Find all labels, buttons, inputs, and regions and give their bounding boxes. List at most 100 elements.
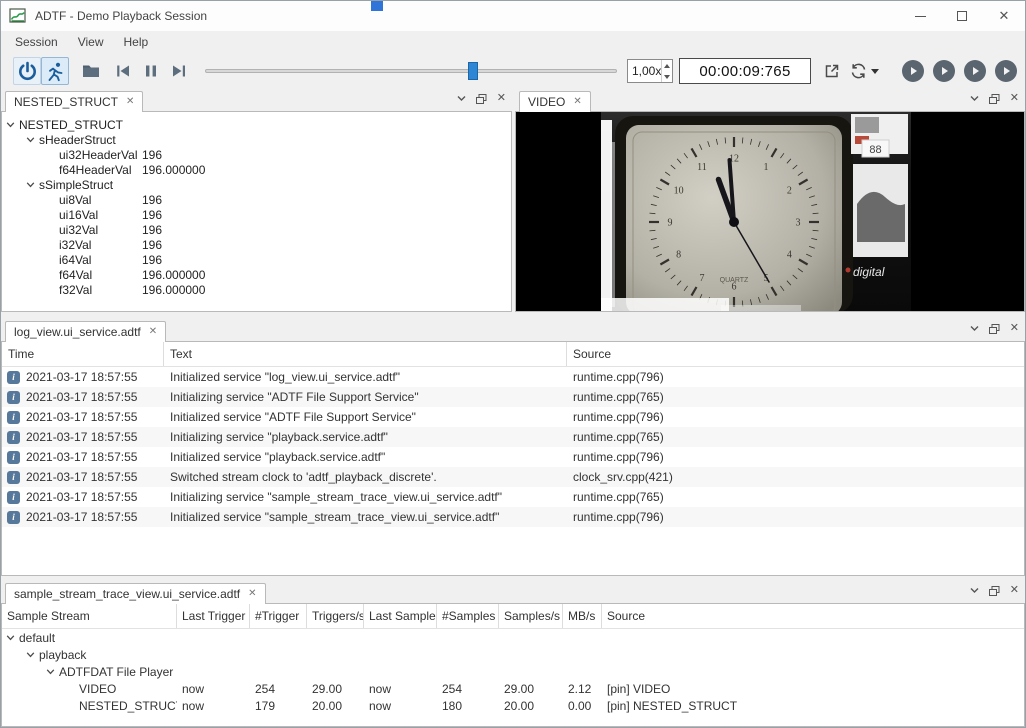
menubar: Session View Help (1, 31, 1025, 53)
tree-item[interactable]: f64Val196.000000 (2, 267, 511, 282)
log-row[interactable]: i2021-03-17 18:57:55Initializing service… (2, 387, 1024, 407)
log-row[interactable]: i2021-03-17 18:57:55Initialized service … (2, 407, 1024, 427)
loop-dropdown-icon[interactable] (871, 69, 879, 74)
panel-float-icon[interactable] (989, 94, 1000, 104)
tree-item[interactable]: i32Val196 (2, 237, 511, 252)
panel-float-icon[interactable] (989, 324, 1000, 334)
trace-row[interactable]: VIDEOnow25429.00now25429.002.12[pin] VID… (2, 680, 1024, 697)
log-column-text[interactable]: Text (164, 342, 567, 366)
menu-session[interactable]: Session (5, 32, 68, 52)
tab-close-icon[interactable]: ✕ (573, 97, 581, 107)
maximize-button[interactable] (941, 1, 983, 31)
panel-float-icon[interactable] (476, 94, 487, 104)
trace-column[interactable]: Samples/s (499, 604, 563, 628)
timeline-slider[interactable] (205, 59, 617, 83)
trace-row[interactable]: playback (2, 646, 1024, 663)
log-row[interactable]: i2021-03-17 18:57:55Initialized service … (2, 367, 1024, 387)
card-badge-text: 88 (869, 144, 881, 156)
tree-item[interactable]: f32Val196.000000 (2, 282, 511, 297)
timeline-track[interactable] (205, 69, 617, 73)
tree-item[interactable]: i64Val196 (2, 252, 511, 267)
repeat-icon (849, 62, 868, 80)
circle-nav-button-3[interactable] (964, 60, 986, 82)
panel-menu-icon[interactable] (970, 587, 979, 594)
trace-column[interactable]: Last Sample (364, 604, 437, 628)
panel-menu-icon[interactable] (457, 95, 466, 102)
circle-nav-button-1[interactable] (902, 60, 924, 82)
trace-row[interactable]: ADTFDAT File Player (2, 663, 1024, 680)
pause-button[interactable] (137, 57, 165, 85)
speed-up-button[interactable] (662, 60, 672, 71)
tree-item[interactable]: ui8Val196 (2, 192, 511, 207)
clock-brand-text: QUARTZ (720, 277, 749, 284)
tree-item[interactable]: sHeaderStruct (2, 132, 511, 147)
tab-video[interactable]: VIDEO ✕ (519, 91, 591, 112)
tab-close-icon[interactable]: ✕ (248, 589, 256, 599)
nested-struct-panel: NESTED_STRUCT ✕ ✕ NESTED_STRUCTsHeaderSt… (1, 89, 512, 312)
expander-icon[interactable] (6, 121, 15, 129)
export-button[interactable] (823, 62, 841, 80)
circle-nav-button-2[interactable] (933, 60, 955, 82)
tab-log-view[interactable]: log_view.ui_service.adtf ✕ (5, 321, 166, 342)
tree-item-value: 196.000000 (142, 163, 205, 177)
log-column-source[interactable]: Source (567, 342, 1024, 366)
skip-to-end-button[interactable] (165, 57, 193, 85)
time-display[interactable]: 00:00:09:765 (679, 58, 811, 84)
log-row[interactable]: i2021-03-17 18:57:55Initializing service… (2, 427, 1024, 447)
trace-column[interactable]: Sample Stream (2, 604, 177, 628)
panel-close-icon[interactable]: ✕ (497, 93, 506, 104)
expander-icon[interactable] (26, 181, 35, 189)
trace-cell: 0.00 (563, 699, 602, 713)
expander-icon[interactable] (26, 136, 35, 144)
panel-close-icon[interactable]: ✕ (1010, 93, 1019, 104)
log-column-time[interactable]: Time (2, 342, 164, 366)
speed-spinbox[interactable]: 1,00x (627, 59, 673, 83)
tab-close-icon[interactable]: ✕ (126, 97, 134, 107)
panel-menu-icon[interactable] (970, 95, 979, 102)
trace-column[interactable]: #Samples (437, 604, 499, 628)
skip-to-start-button[interactable] (109, 57, 137, 85)
expander-icon[interactable] (46, 668, 55, 676)
run-button[interactable] (41, 57, 69, 85)
panel-float-icon[interactable] (989, 586, 1000, 596)
log-row[interactable]: i2021-03-17 18:57:55Initializing service… (2, 487, 1024, 507)
minimize-button[interactable] (899, 1, 941, 31)
tree-item[interactable]: f64HeaderVal196.000000 (2, 162, 511, 177)
log-row[interactable]: i2021-03-17 18:57:55Initialized service … (2, 507, 1024, 527)
tree-item[interactable]: sSimpleStruct (2, 177, 511, 192)
timeline-handle[interactable] (468, 62, 478, 80)
log-row[interactable]: i2021-03-17 18:57:55Initialized service … (2, 447, 1024, 467)
tree-item[interactable]: NESTED_STRUCT (2, 117, 511, 132)
tab-close-icon[interactable]: ✕ (149, 327, 157, 337)
log-row[interactable]: i2021-03-17 18:57:55Switched stream cloc… (2, 467, 1024, 487)
tree-item[interactable]: ui16Val196 (2, 207, 511, 222)
speed-down-button[interactable] (662, 71, 672, 82)
video-display: 123456789101112 QUARTZ (515, 111, 1025, 312)
loop-mode-button[interactable] (849, 62, 879, 80)
panel-close-icon[interactable]: ✕ (1010, 323, 1019, 334)
trace-column[interactable]: Last Trigger (177, 604, 250, 628)
trace-column[interactable]: #Trigger (250, 604, 307, 628)
open-file-button[interactable] (77, 57, 105, 85)
tab-nested-struct[interactable]: NESTED_STRUCT ✕ (5, 91, 143, 112)
menu-view[interactable]: View (68, 32, 114, 52)
power-button[interactable] (13, 57, 41, 85)
tree-item[interactable]: ui32HeaderVal196 (2, 147, 511, 162)
trace-row[interactable]: NESTED_STRUCTnow17920.00now18020.000.00[… (2, 697, 1024, 714)
trace-column[interactable]: Triggers/s (307, 604, 364, 628)
trace-table-body: defaultplaybackADTFDAT File PlayerVIDEOn… (2, 629, 1024, 714)
menu-help[interactable]: Help (114, 32, 159, 52)
trace-column[interactable]: Source (602, 604, 1024, 628)
horizontal-splitter[interactable] (1, 312, 1025, 319)
tree-item[interactable]: ui32Val196 (2, 222, 511, 237)
trace-row[interactable]: default (2, 629, 1024, 646)
close-button[interactable]: ✕ (983, 1, 1025, 31)
panel-menu-icon[interactable] (970, 325, 979, 332)
panel-close-icon[interactable]: ✕ (1010, 585, 1019, 596)
expander-icon[interactable] (26, 651, 35, 659)
tab-trace-view[interactable]: sample_stream_trace_view.ui_service.adtf… (5, 583, 266, 604)
trace-column[interactable]: MB/s (563, 604, 602, 628)
expander-icon[interactable] (6, 634, 15, 642)
toolbar: 1,00x 00:00:09:765 (1, 53, 1025, 89)
circle-nav-button-4[interactable] (995, 60, 1017, 82)
